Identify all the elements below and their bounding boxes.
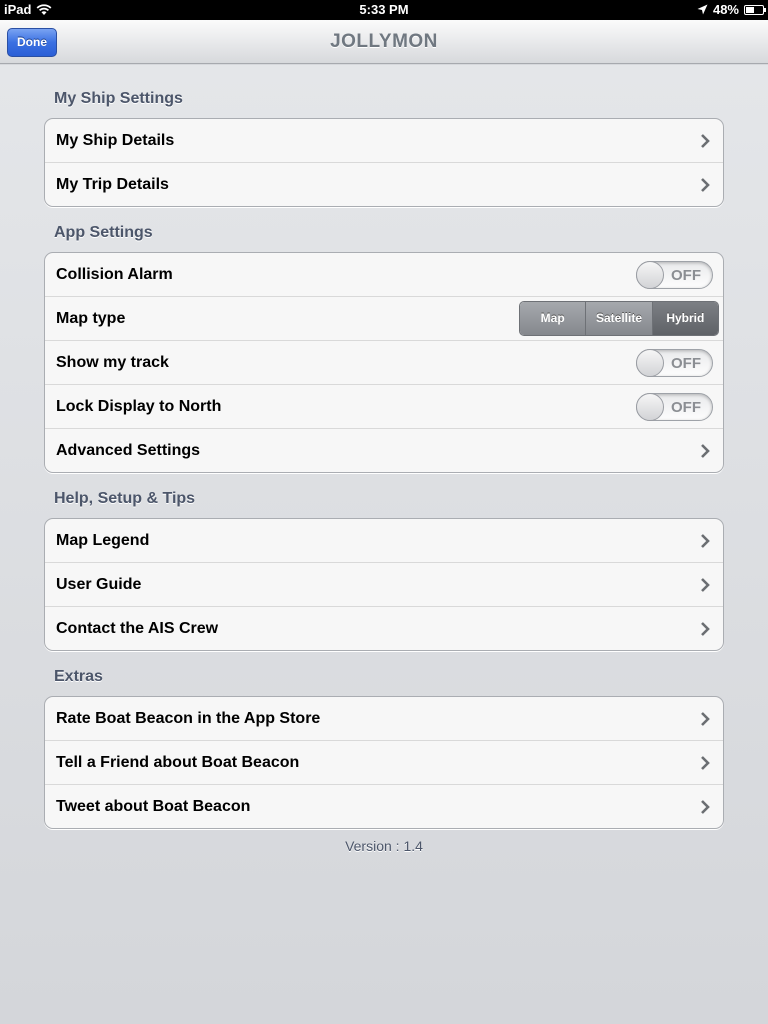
- toggle-knob: [636, 261, 664, 289]
- chevron-right-icon: [701, 444, 710, 458]
- row-my-trip-details[interactable]: My Trip Details: [45, 163, 723, 206]
- row-label: Tweet about Boat Beacon: [56, 798, 251, 815]
- chevron-right-icon: [701, 578, 710, 592]
- chevron-right-icon: [701, 178, 710, 192]
- navigation-bar: Done JOLLYMON: [0, 20, 768, 64]
- row-label: Show my track: [56, 354, 169, 371]
- segment-satellite[interactable]: Satellite: [586, 302, 653, 335]
- location-arrow-icon: [697, 4, 708, 15]
- row-lock-display-north: Lock Display to North OFF: [45, 385, 723, 429]
- clock: 5:33 PM: [359, 2, 409, 17]
- row-label: My Trip Details: [56, 176, 169, 193]
- map-type-segmented-control: Map Satellite Hybrid: [519, 301, 719, 336]
- battery-icon: [744, 4, 766, 15]
- row-label: Map Legend: [56, 532, 150, 549]
- row-tell-friend[interactable]: Tell a Friend about Boat Beacon: [45, 741, 723, 785]
- chevron-right-icon: [701, 756, 710, 770]
- row-tweet[interactable]: Tweet about Boat Beacon: [45, 785, 723, 828]
- group-app-settings: Collision Alarm OFF Map type Map Satelli…: [44, 252, 724, 473]
- page-title: JOLLYMON: [330, 31, 438, 52]
- row-label: Collision Alarm: [56, 266, 173, 283]
- section-header-my-ship-settings: My Ship Settings: [54, 90, 183, 107]
- group-extras: Rate Boat Beacon in the App Store Tell a…: [44, 696, 724, 829]
- row-label: Rate Boat Beacon in the App Store: [56, 710, 321, 727]
- toggle-knob: [636, 393, 664, 421]
- row-map-legend[interactable]: Map Legend: [45, 519, 723, 563]
- chevron-right-icon: [701, 622, 710, 636]
- section-header-extras: Extras: [54, 668, 103, 685]
- chevron-right-icon: [701, 712, 710, 726]
- row-label: Map type: [56, 310, 126, 327]
- segment-map[interactable]: Map: [520, 302, 587, 335]
- row-label: Contact the AIS Crew: [56, 620, 219, 637]
- toggle-state: OFF: [671, 355, 701, 372]
- section-header-help: Help, Setup & Tips: [54, 490, 196, 507]
- chevron-right-icon: [701, 534, 710, 548]
- toggle-knob: [636, 349, 664, 377]
- row-label: User Guide: [56, 576, 142, 593]
- settings-content[interactable]: My Ship Settings My Ship Details My Trip…: [0, 65, 768, 1024]
- row-rate-app[interactable]: Rate Boat Beacon in the App Store: [45, 697, 723, 741]
- group-my-ship-settings: My Ship Details My Trip Details: [44, 118, 724, 207]
- row-advanced-settings[interactable]: Advanced Settings: [45, 429, 723, 472]
- show-my-track-toggle[interactable]: OFF: [636, 349, 713, 377]
- status-bar: iPad 5:33 PM 48%: [0, 0, 768, 20]
- row-label: Advanced Settings: [56, 442, 201, 459]
- chevron-right-icon: [701, 134, 710, 148]
- row-label: Lock Display to North: [56, 398, 222, 415]
- lock-display-north-toggle[interactable]: OFF: [636, 393, 713, 421]
- row-contact-ais-crew[interactable]: Contact the AIS Crew: [45, 607, 723, 650]
- row-user-guide[interactable]: User Guide: [45, 563, 723, 607]
- group-help-setup-tips: Map Legend User Guide Contact the AIS Cr…: [44, 518, 724, 651]
- row-map-type: Map type Map Satellite Hybrid: [45, 297, 723, 341]
- chevron-right-icon: [701, 800, 710, 814]
- row-label: My Ship Details: [56, 132, 175, 149]
- collision-alarm-toggle[interactable]: OFF: [636, 261, 713, 289]
- row-label: Tell a Friend about Boat Beacon: [56, 754, 300, 771]
- section-header-app-settings: App Settings: [54, 224, 153, 241]
- segment-hybrid[interactable]: Hybrid: [652, 302, 718, 335]
- row-my-ship-details[interactable]: My Ship Details: [45, 119, 723, 163]
- toggle-state: OFF: [671, 267, 701, 284]
- battery-percent: 48%: [712, 2, 739, 17]
- row-collision-alarm: Collision Alarm OFF: [45, 253, 723, 297]
- row-show-my-track: Show my track OFF: [45, 341, 723, 385]
- toggle-state: OFF: [671, 399, 701, 416]
- version-label: Version : 1.4: [345, 838, 423, 854]
